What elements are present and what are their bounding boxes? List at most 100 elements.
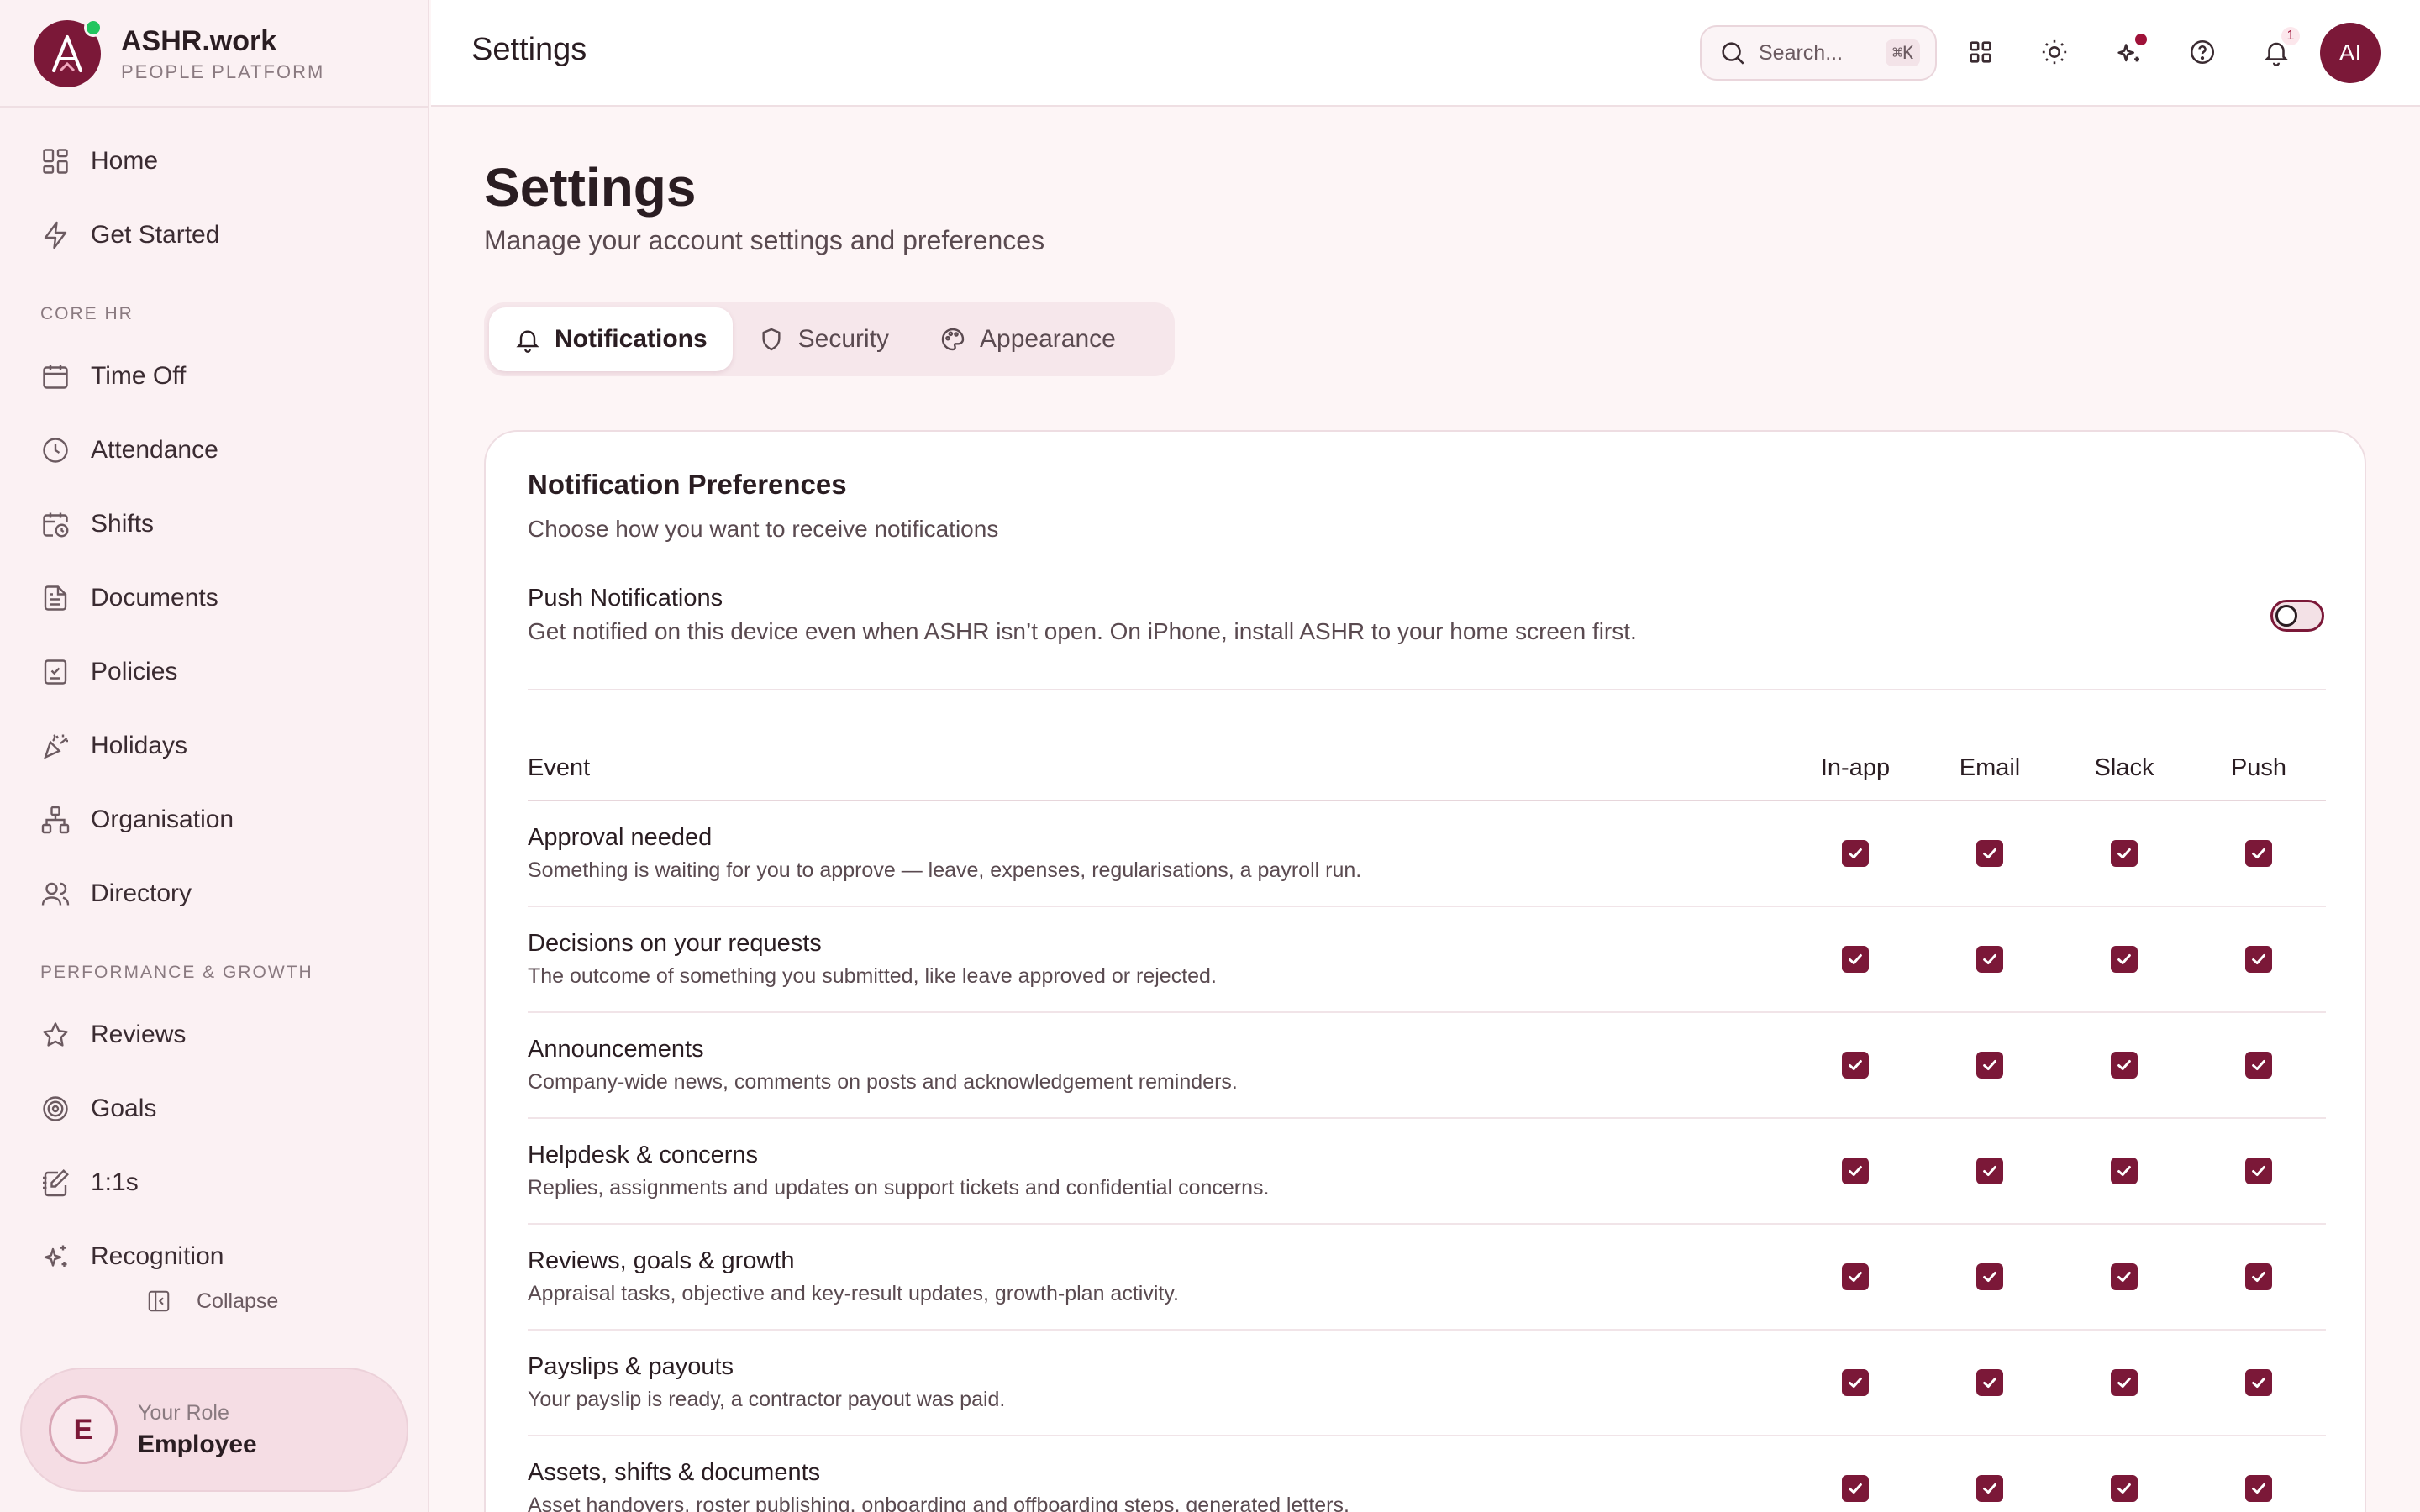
checkbox-email[interactable]	[1976, 1052, 2003, 1079]
checkbox-in-app[interactable]	[1842, 1369, 1869, 1396]
checkbox-push[interactable]	[2245, 1158, 2272, 1184]
checkbox-in-app[interactable]	[1842, 1052, 1869, 1079]
apps-grid-button[interactable]	[1962, 34, 1999, 71]
sidebar-item-policies[interactable]: Policies	[0, 635, 429, 709]
sidebar-item-home[interactable]: Home	[0, 124, 429, 198]
check-icon	[2252, 1377, 2265, 1389]
help-button[interactable]	[2184, 34, 2221, 71]
sidebar-item-label: Organisation	[91, 806, 234, 833]
tab-notifications[interactable]: Notifications	[489, 307, 733, 371]
sidebar-item-recognition[interactable]: Recognition	[0, 1220, 429, 1294]
calendar-icon	[40, 361, 71, 391]
check-icon	[1849, 1377, 1862, 1389]
sidebar-item-time-off[interactable]: Time Off	[0, 339, 429, 413]
checkbox-slack[interactable]	[2111, 1263, 2138, 1290]
checkbox-email[interactable]	[1976, 946, 2003, 973]
checkbox-push[interactable]	[2245, 946, 2272, 973]
sidebar-item-label: Holidays	[91, 732, 188, 759]
user-avatar[interactable]: AI	[2320, 23, 2381, 83]
sidebar-item-get-started[interactable]: Get Started	[0, 198, 429, 272]
sidebar-item-label: 1:1s	[91, 1168, 139, 1196]
event-cell: Announcements Company-wide news, comments…	[528, 1036, 1788, 1095]
column-header-email: Email	[1959, 753, 2021, 781]
card-title: Notification Preferences	[528, 469, 847, 500]
panel-collapse-icon	[146, 1289, 171, 1314]
checkbox-push[interactable]	[2245, 840, 2272, 867]
bolt-icon	[40, 220, 71, 250]
checkbox-in-app[interactable]	[1842, 840, 1869, 867]
checkbox-push[interactable]	[2245, 1263, 2272, 1290]
search-shortcut: ⌘K	[1885, 39, 1920, 66]
channel-cell-email	[1923, 1475, 2057, 1502]
collapse-label: Collapse	[197, 1289, 279, 1313]
checkbox-slack[interactable]	[2111, 1475, 2138, 1502]
target-icon	[40, 1094, 71, 1124]
grid-icon	[40, 146, 71, 176]
checkbox-push[interactable]	[2245, 1475, 2272, 1502]
check-icon	[1849, 1483, 1862, 1494]
checkbox-push[interactable]	[2245, 1369, 2272, 1396]
notification-count-badge: 1	[2281, 27, 2300, 45]
search-input[interactable]: Search... ⌘K	[1700, 25, 1937, 81]
page-title: Settings	[484, 157, 697, 218]
notifications-button[interactable]: 1	[2258, 27, 2300, 71]
sidebar-item-label: Policies	[91, 658, 178, 685]
check-icon	[1849, 953, 1862, 965]
event-description: Appraisal tasks, objective and key-resul…	[528, 1282, 1179, 1305]
toggle-knob	[2275, 605, 2297, 627]
checkbox-email[interactable]	[1976, 1369, 2003, 1396]
checkbox-slack[interactable]	[2111, 1369, 2138, 1396]
event-cell: Decisions on your requests The outcome of…	[528, 930, 1788, 989]
check-icon	[1849, 1271, 1862, 1283]
sidebar-item-reviews[interactable]: Reviews	[0, 998, 429, 1072]
tab-security[interactable]: Security	[733, 307, 914, 371]
collapse-button[interactable]: Collapse	[146, 1289, 278, 1314]
divider	[0, 106, 429, 108]
event-title: Payslips & payouts	[528, 1353, 734, 1380]
sidebar-item-attendance[interactable]: Attendance	[0, 413, 429, 487]
users-icon	[40, 879, 71, 909]
search-placeholder: Search...	[1759, 40, 1844, 65]
checkbox-in-app[interactable]	[1842, 946, 1869, 973]
sidebar-item-label: Recognition	[91, 1242, 224, 1270]
clock-icon	[40, 435, 71, 465]
checkbox-email[interactable]	[1976, 1158, 2003, 1184]
checkbox-in-app[interactable]	[1842, 1475, 1869, 1502]
table-row: Assets, shifts & documents Asset handover…	[528, 1436, 2326, 1512]
check-icon	[2118, 1165, 2131, 1177]
channel-cell-push	[2191, 1158, 2326, 1184]
event-cell: Helpdesk & concerns Replies, assignments …	[528, 1142, 1788, 1200]
brand[interactable]: ASHR.work PEOPLE PLATFORM	[34, 18, 324, 89]
checkbox-in-app[interactable]	[1842, 1263, 1869, 1290]
sidebar-item-one-on-ones[interactable]: 1:1s	[0, 1146, 429, 1220]
sidebar-item-documents[interactable]: Documents	[0, 561, 429, 635]
checkbox-slack[interactable]	[2111, 1158, 2138, 1184]
logo-a-icon	[52, 35, 82, 72]
tab-appearance[interactable]: Appearance	[914, 307, 1141, 371]
checkbox-in-app[interactable]	[1842, 1158, 1869, 1184]
checkbox-email[interactable]	[1976, 1475, 2003, 1502]
push-notifications-toggle[interactable]	[2270, 600, 2324, 632]
checkbox-slack[interactable]	[2111, 946, 2138, 973]
whats-new-button[interactable]	[2110, 34, 2147, 71]
theme-toggle-button[interactable]	[2036, 34, 2073, 71]
checkbox-email[interactable]	[1976, 1263, 2003, 1290]
notification-preferences-card: Notification Preferences Choose how you …	[484, 430, 2366, 1512]
table-header: Event In-app Email Slack Push	[528, 736, 2326, 801]
channel-cell-email	[1923, 1052, 2057, 1079]
role-card[interactable]: E Your Role Employee	[20, 1368, 408, 1492]
event-cell: Approval needed Something is waiting for …	[528, 824, 1788, 883]
sidebar-item-goals[interactable]: Goals	[0, 1072, 429, 1146]
party-popper-icon	[40, 731, 71, 761]
checkbox-email[interactable]	[1976, 840, 2003, 867]
checkbox-push[interactable]	[2245, 1052, 2272, 1079]
section-performance-growth: PERFORMANCE & GROWTH	[40, 963, 313, 982]
checkbox-slack[interactable]	[2111, 840, 2138, 867]
sidebar-item-organisation[interactable]: Organisation	[0, 783, 429, 857]
checkbox-slack[interactable]	[2111, 1052, 2138, 1079]
channel-cell-email	[1923, 1369, 2057, 1396]
sidebar-item-directory[interactable]: Directory	[0, 857, 429, 931]
sidebar-item-holidays[interactable]: Holidays	[0, 709, 429, 783]
sidebar-item-shifts[interactable]: Shifts	[0, 487, 429, 561]
table-body: Approval needed Something is waiting for …	[528, 801, 2326, 1512]
